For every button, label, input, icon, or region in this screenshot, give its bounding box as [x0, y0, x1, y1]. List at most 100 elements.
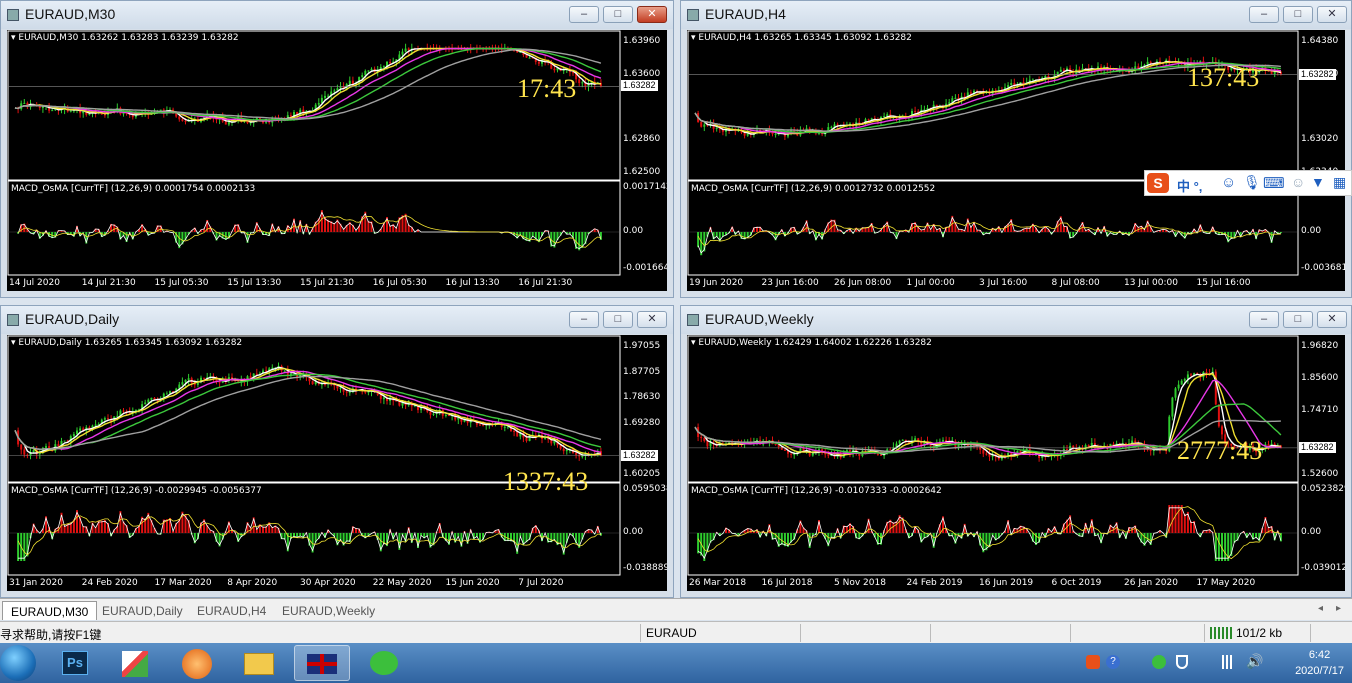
candle-body [1174, 388, 1177, 398]
candle-body [150, 397, 153, 400]
current-price-tag: 1.63282 [621, 80, 658, 92]
candle-body [528, 57, 531, 59]
chart-svg [7, 335, 621, 576]
tray-help-icon[interactable]: ? [1106, 655, 1120, 669]
price-axis-label: 1.62860 [623, 134, 661, 145]
date-axis-label: 8 Jul 08:00 [1051, 278, 1100, 288]
minimize-button[interactable]: – [569, 6, 599, 23]
chart-window-daily[interactable]: EURAUD,Daily – □ ✕ ▾ EURAUD,Daily 1.6326… [0, 305, 674, 598]
grid-icon[interactable]: ▦ [1333, 174, 1346, 191]
title-bar[interactable]: EURAUD,Daily – □ ✕ [1, 306, 673, 334]
title-bar[interactable]: EURAUD,Weekly – □ ✕ [681, 306, 1351, 334]
candle-body [901, 439, 904, 441]
date-axis-label: 7 Jul 2020 [518, 578, 564, 588]
title-bar[interactable]: EURAUD,H4 – □ ✕ [681, 1, 1351, 29]
tab-euraud-h4[interactable]: EURAUD,H4 [189, 601, 274, 620]
macd-header: MACD_OsMA [CurrTF] (12,26,9) -0.0029945 … [11, 486, 262, 496]
chart-window-m30[interactable]: EURAUD,M30 – □ ✕ ▾ EURAUD,M30 1.63262 1.… [0, 0, 674, 298]
sogou-logo-icon[interactable]: S [1147, 173, 1169, 193]
date-axis-label: 19 Jun 2020 [689, 278, 744, 288]
date-axis-label: 26 Jun 08:00 [834, 278, 892, 288]
macd-line [17, 211, 602, 249]
title-bar[interactable]: EURAUD,M30 – □ ✕ [1, 1, 673, 29]
date-axis-label: 16 Jun 2019 [979, 578, 1034, 588]
ime-mode-label[interactable]: 中 °, [1177, 176, 1202, 195]
status-bar: 寻求帮助,请按F1键 EURAUD 101/2 kb [0, 621, 1352, 643]
chart-area[interactable]: ▾ EURAUD,H4 1.63265 1.63345 1.63092 1.63… [687, 30, 1345, 291]
status-separator [800, 624, 801, 642]
date-axis-label: 15 Jul 16:00 [1196, 278, 1251, 288]
chart-window-icon [687, 314, 699, 326]
tray-volume-icon[interactable]: 🔊 [1246, 653, 1263, 670]
maximize-button[interactable]: □ [603, 6, 633, 23]
tab-euraud-m30[interactable]: EURAUD,M30 [2, 601, 98, 620]
window-title: EURAUD,Weekly [705, 311, 814, 327]
keyboard-icon[interactable]: ⌨ [1263, 174, 1285, 192]
candle-body [178, 116, 181, 120]
tray-wechat-icon[interactable] [1152, 655, 1166, 669]
close-button[interactable]: ✕ [1317, 6, 1347, 23]
maximize-button[interactable]: □ [1283, 6, 1313, 23]
close-button[interactable]: ✕ [637, 6, 667, 23]
date-axis-label: 16 Jul 2018 [761, 578, 813, 588]
price-axis-label: 1.63600 [623, 68, 661, 79]
taskbar-photoshop[interactable]: Ps [48, 645, 104, 681]
chart-window-h4[interactable]: EURAUD,H4 – □ ✕ ▾ EURAUD,H4 1.63265 1.63… [680, 0, 1352, 298]
candle-body [348, 80, 351, 85]
system-clock[interactable]: 6:42 2020/7/17 [1295, 647, 1344, 679]
candle-countdown-timer: 1337:43 [503, 467, 589, 496]
minimize-button[interactable]: – [1249, 311, 1279, 328]
candle-body [525, 54, 528, 58]
chart-window-weekly[interactable]: EURAUD,Weekly – □ ✕ ▾ EURAUD,Weekly 1.62… [680, 305, 1352, 598]
candle-body [203, 377, 206, 379]
tray-shield-icon[interactable] [1176, 655, 1188, 669]
minimize-button[interactable]: – [569, 311, 599, 328]
candle-body [503, 426, 506, 428]
date-axis-label: 16 Jul 21:30 [518, 278, 573, 288]
start-button-icon[interactable] [0, 645, 36, 681]
shirt-icon[interactable]: ▼ [1311, 174, 1325, 190]
macd-histogram-bar [1183, 513, 1186, 533]
taskbar-metatrader[interactable] [294, 645, 350, 681]
candle-body [404, 48, 407, 52]
chart-area[interactable]: ▾ EURAUD,M30 1.63262 1.63283 1.63239 1.6… [7, 30, 667, 291]
candle-body [103, 114, 106, 116]
user-icon[interactable]: ☺ [1291, 174, 1305, 190]
candle-body [715, 127, 718, 129]
close-button[interactable]: ✕ [637, 311, 667, 328]
chart-window-icon [7, 9, 19, 21]
candle-body [339, 86, 342, 89]
taskbar-paint[interactable] [108, 645, 164, 681]
ime-toolbar[interactable]: S 中 °, ☺ 🎙 ⌨ ☺ ▼ ▦ [1144, 170, 1352, 196]
status-symbol: EURAUD [646, 626, 697, 640]
candle-body [793, 454, 796, 456]
tray-sogou-icon[interactable] [1086, 655, 1100, 669]
date-axis-label: 3 Jul 16:00 [979, 278, 1028, 288]
tab-scroll-right-icon[interactable]: ▸ [1336, 603, 1341, 614]
taskbar-explorer[interactable] [232, 645, 288, 681]
tab-scroll-left-icon[interactable]: ◂ [1318, 603, 1323, 614]
taskbar-app-orange[interactable] [170, 645, 226, 681]
maximize-button[interactable]: □ [603, 311, 633, 328]
ma-white-line [14, 366, 601, 457]
candle-body [982, 449, 985, 454]
taskbar-wechat[interactable] [356, 645, 412, 681]
tray-network-icon[interactable] [1222, 655, 1238, 669]
date-axis-label: 15 Jul 05:30 [154, 278, 209, 288]
tab-euraud-weekly[interactable]: EURAUD,Weekly [274, 601, 383, 620]
maximize-button[interactable]: □ [1283, 311, 1313, 328]
close-button[interactable]: ✕ [1317, 311, 1347, 328]
tab-euraud-daily[interactable]: EURAUD,Daily [94, 601, 191, 620]
candle-body [382, 66, 385, 68]
chart-area[interactable]: ▾ EURAUD,Daily 1.63265 1.63345 1.63092 1… [7, 335, 667, 591]
candle-body [103, 418, 106, 420]
microphone-icon[interactable]: 🎙 [1243, 174, 1261, 191]
chart-area[interactable]: ▾ EURAUD,Weekly 1.62429 1.64002 1.62226 … [687, 335, 1345, 591]
minimize-button[interactable]: – [1249, 6, 1279, 23]
macd-histogram-bar [1217, 533, 1220, 561]
price-axis-label: 1.52600 [1301, 469, 1339, 479]
orange-app-icon [182, 649, 212, 679]
candle-body [1190, 374, 1192, 376]
candle-body [830, 126, 833, 128]
emoji-icon[interactable]: ☺ [1221, 174, 1236, 191]
